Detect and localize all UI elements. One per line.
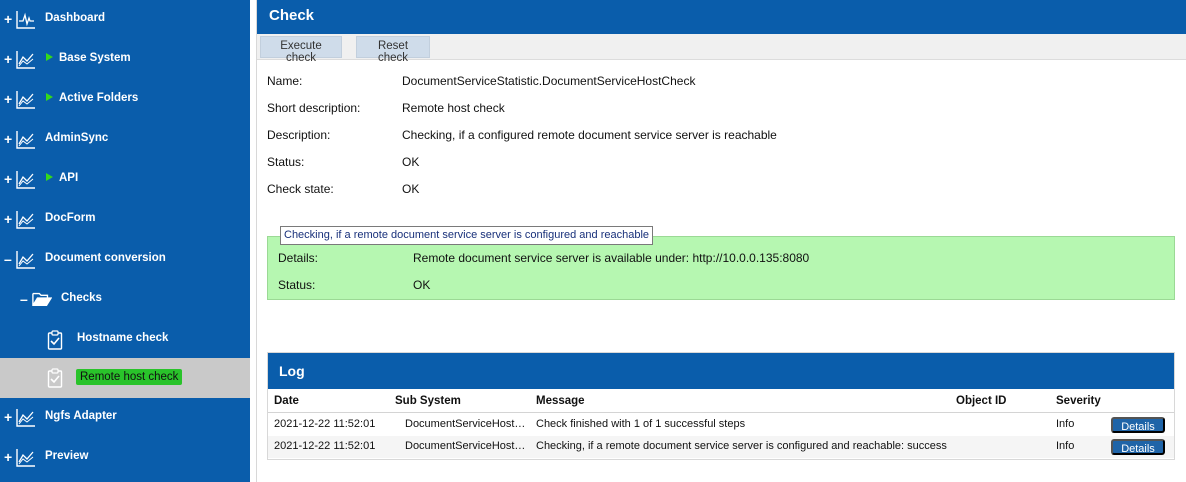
field-value: DocumentServiceStatistic.DocumentService… [402,74,696,88]
sidebar-item-api[interactable]: + API [0,160,250,200]
play-arrow-icon [46,93,53,101]
sidebar-item-document-conversion[interactable]: – Document conversion [0,240,250,280]
chart-line-icon [16,211,35,229]
play-arrow-icon [46,53,53,61]
sidebar-item-base-system[interactable]: + Base System [0,40,250,80]
field-label: Status: [278,278,316,292]
table-row: 2021-12-22 11:52:01 DocumentServiceHost…… [268,414,1174,436]
details-button[interactable]: Details [1111,439,1165,455]
sidebar-item-dashboard[interactable]: + Dashboard [0,0,250,40]
expand-toggle[interactable]: + [4,172,16,186]
sidebar-nav: + Dashboard + Base System + Active Folde… [0,0,250,482]
sidebar-item-ngfs-adapter[interactable]: + Ngfs Adapter [0,398,250,438]
column-header-message[interactable]: Message [536,395,585,407]
check-panel: Check Execute check Reset check Name: Do… [256,0,1186,482]
cell-message: Checking, if a remote document service s… [536,440,947,452]
sidebar-item-label: Remote host check [76,369,183,385]
heartbeat-icon [16,11,35,29]
sidebar-item-label: Base System [59,52,131,64]
sidebar-item-label: Document conversion [45,252,166,264]
sidebar-item-label: DocForm [45,212,96,224]
field-value: OK [402,182,420,196]
log-table-header: Date Sub System Message Object ID Severi… [268,391,1174,413]
toolbar: Execute check Reset check [257,34,1186,64]
sidebar-item-preview[interactable]: + Preview [0,438,250,478]
chart-line-icon [16,171,35,189]
field-value: OK [402,155,420,169]
expand-toggle[interactable]: + [4,52,16,66]
chart-line-icon [16,449,35,467]
sidebar-item-label: AdminSync [45,132,109,144]
cell-severity: Info [1056,418,1075,430]
column-header-severity[interactable]: Severity [1056,395,1101,407]
field-label: Description: [267,128,331,142]
column-header-object-id[interactable]: Object ID [956,395,1006,407]
clipboard-check-icon [47,330,63,350]
expand-toggle[interactable]: + [4,92,16,106]
expand-toggle[interactable]: + [4,450,16,464]
log-section: Log Date Sub System Message Object ID Se… [267,352,1175,460]
play-arrow-icon [46,173,53,181]
column-header-date[interactable]: Date [274,395,299,407]
field-label: Short description: [267,101,361,115]
details-button[interactable]: Details [1111,417,1165,433]
expand-toggle[interactable]: + [4,212,16,226]
expand-toggle[interactable]: + [4,12,16,26]
sidebar-item-checks[interactable]: – Checks [0,280,250,320]
sidebar-item-label: Checks [61,292,102,304]
field-label: Name: [267,74,303,88]
cell-message: Check finished with 1 of 1 successful st… [536,418,746,430]
check-result-box: Details: Remote document service server … [267,236,1175,300]
sidebar-item-label: Active Folders [59,92,139,104]
sidebar-item-adminsync[interactable]: + AdminSync [0,120,250,160]
result-tooltip: Checking, if a remote document service s… [280,226,654,245]
field-label: Details: [278,251,319,265]
table-row: 2021-12-22 11:52:01 DocumentServiceHost…… [268,436,1174,458]
expand-toggle[interactable]: + [4,410,16,424]
field-value: Remote host check [402,101,505,115]
chart-line-icon [16,51,35,69]
chart-line-icon [16,131,35,149]
chart-line-icon [16,91,35,109]
field-label: Status: [267,155,305,169]
cell-date: 2021-12-22 11:52:01 [274,418,376,430]
sidebar-item-hostname-check[interactable]: Hostname check [0,320,250,360]
sidebar-item-label: Hostname check [77,332,169,344]
folder-open-icon [32,292,52,307]
sidebar-item-label: Ngfs Adapter [45,410,117,422]
field-label: Check state: [267,182,334,196]
execute-check-button[interactable]: Execute check [260,36,342,64]
field-value: Remote document service server is availa… [413,251,810,265]
sidebar-item-docform[interactable]: + DocForm [0,200,250,240]
panel-title: Check [257,0,1186,34]
sidebar-item-active-folders[interactable]: + Active Folders [0,80,250,120]
collapse-toggle[interactable]: – [4,252,16,266]
clipboard-check-icon [47,368,63,388]
chart-line-icon [16,409,35,427]
sidebar-item-label: Preview [45,450,89,462]
column-header-sub-system[interactable]: Sub System [395,395,461,407]
reset-check-button[interactable]: Reset check [356,36,430,64]
cell-sub-system: DocumentServiceHost… [405,418,526,430]
log-title: Log [268,353,1174,389]
field-value: OK [413,278,431,292]
sidebar-item-remote-host-check[interactable]: Remote host check [0,358,250,398]
expand-toggle[interactable]: + [4,132,16,146]
cell-date: 2021-12-22 11:52:01 [274,440,376,452]
cell-severity: Info [1056,440,1075,452]
sidebar-item-label: Dashboard [45,12,106,24]
field-value: Checking, if a configured remote documen… [402,128,777,142]
cell-sub-system: DocumentServiceHost… [405,440,526,452]
sidebar-item-label: API [59,172,79,184]
collapse-toggle[interactable]: – [20,292,32,306]
chart-line-icon [16,251,35,269]
